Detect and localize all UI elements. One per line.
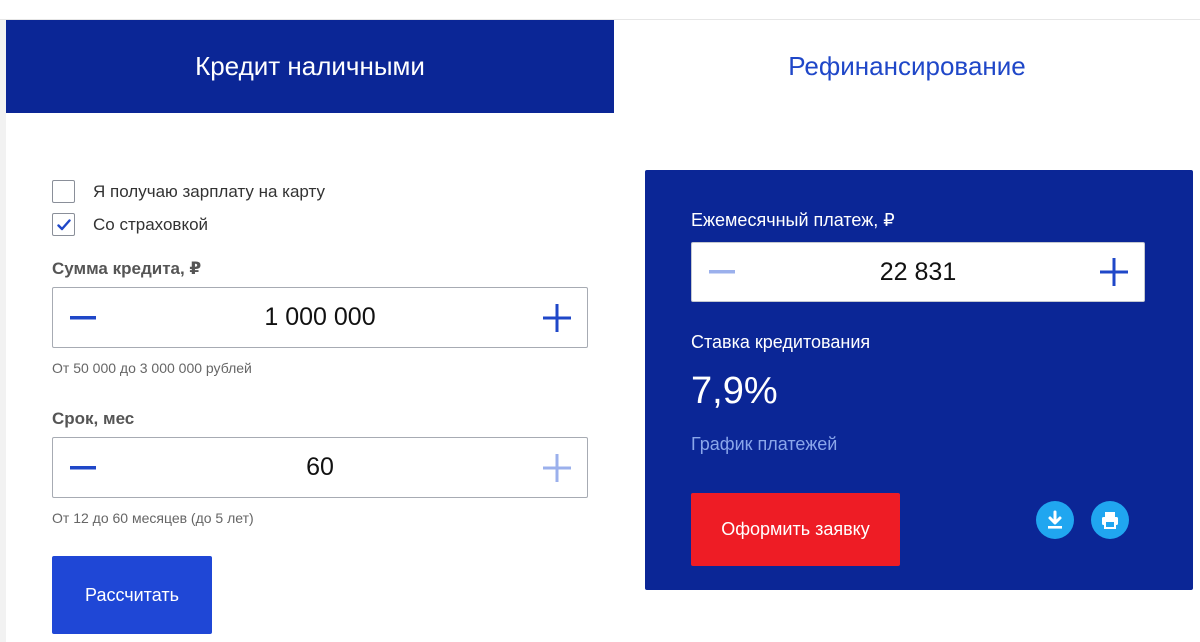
term-stepper: 60 [52, 437, 588, 498]
term-label: Срок, мес [52, 409, 135, 428]
monthly-payment-increase-button[interactable] [1084, 243, 1144, 301]
insurance-checkbox[interactable] [52, 213, 75, 236]
loan-amount-decrease-button[interactable] [53, 288, 113, 347]
print-button[interactable] [1091, 501, 1129, 539]
apply-button[interactable]: Оформить заявку [691, 493, 900, 566]
loan-amount-increase-button[interactable] [527, 288, 587, 347]
loan-amount-stepper: 1 000 000 [52, 287, 588, 348]
apply-button-label: Оформить заявку [721, 519, 870, 539]
minus-icon [709, 270, 735, 274]
rate-label: Ставка кредитования [691, 332, 871, 352]
payment-schedule-link[interactable]: График платежей [691, 434, 837, 455]
plus-icon [543, 303, 571, 332]
loan-amount-input[interactable]: 1 000 000 [113, 288, 527, 347]
calculate-button[interactable]: Рассчитать [52, 556, 212, 634]
plus-icon [543, 453, 571, 482]
salary-card-option[interactable]: Я получаю зарплату на карту [52, 180, 325, 203]
check-icon [56, 218, 71, 230]
left-edge [0, 20, 6, 642]
minus-icon [70, 465, 96, 469]
download-icon [1048, 510, 1062, 529]
salary-card-label: Я получаю зарплату на карту [93, 181, 325, 201]
print-icon [1102, 512, 1118, 529]
monthly-payment-label: Ежемесячный платеж, ₽ [691, 210, 895, 230]
monthly-payment-input[interactable]: 22 831 [752, 243, 1084, 301]
term-increase-button[interactable] [527, 438, 587, 497]
monthly-payment-decrease-button[interactable] [692, 243, 752, 301]
term-hint: От 12 до 60 месяцев (до 5 лет) [52, 510, 254, 526]
monthly-payment-stepper: 22 831 [691, 242, 1145, 302]
tab-refinancing[interactable]: Рефинансирование [614, 20, 1200, 113]
download-button[interactable] [1036, 501, 1074, 539]
tab-cash-loan[interactable]: Кредит наличными [6, 20, 614, 113]
tab-refinancing-label: Рефинансирование [788, 51, 1026, 81]
insurance-label: Со страховкой [93, 214, 209, 234]
term-decrease-button[interactable] [53, 438, 113, 497]
tab-cash-loan-label: Кредит наличными [195, 51, 425, 81]
calculate-button-label: Рассчитать [85, 584, 179, 605]
term-input[interactable]: 60 [113, 438, 527, 497]
insurance-option[interactable]: Со страховкой [52, 213, 208, 236]
plus-icon [1100, 258, 1128, 286]
result-panel: Ежемесячный платеж, ₽ 22 831 Ставка кред… [645, 170, 1193, 590]
salary-card-checkbox[interactable] [52, 180, 75, 203]
minus-icon [70, 315, 96, 319]
loan-amount-label: Сумма кредита, ₽ [52, 259, 202, 278]
rate-value: 7,9% [691, 370, 778, 412]
loan-amount-hint: От 50 000 до 3 000 000 рублей [52, 360, 252, 376]
